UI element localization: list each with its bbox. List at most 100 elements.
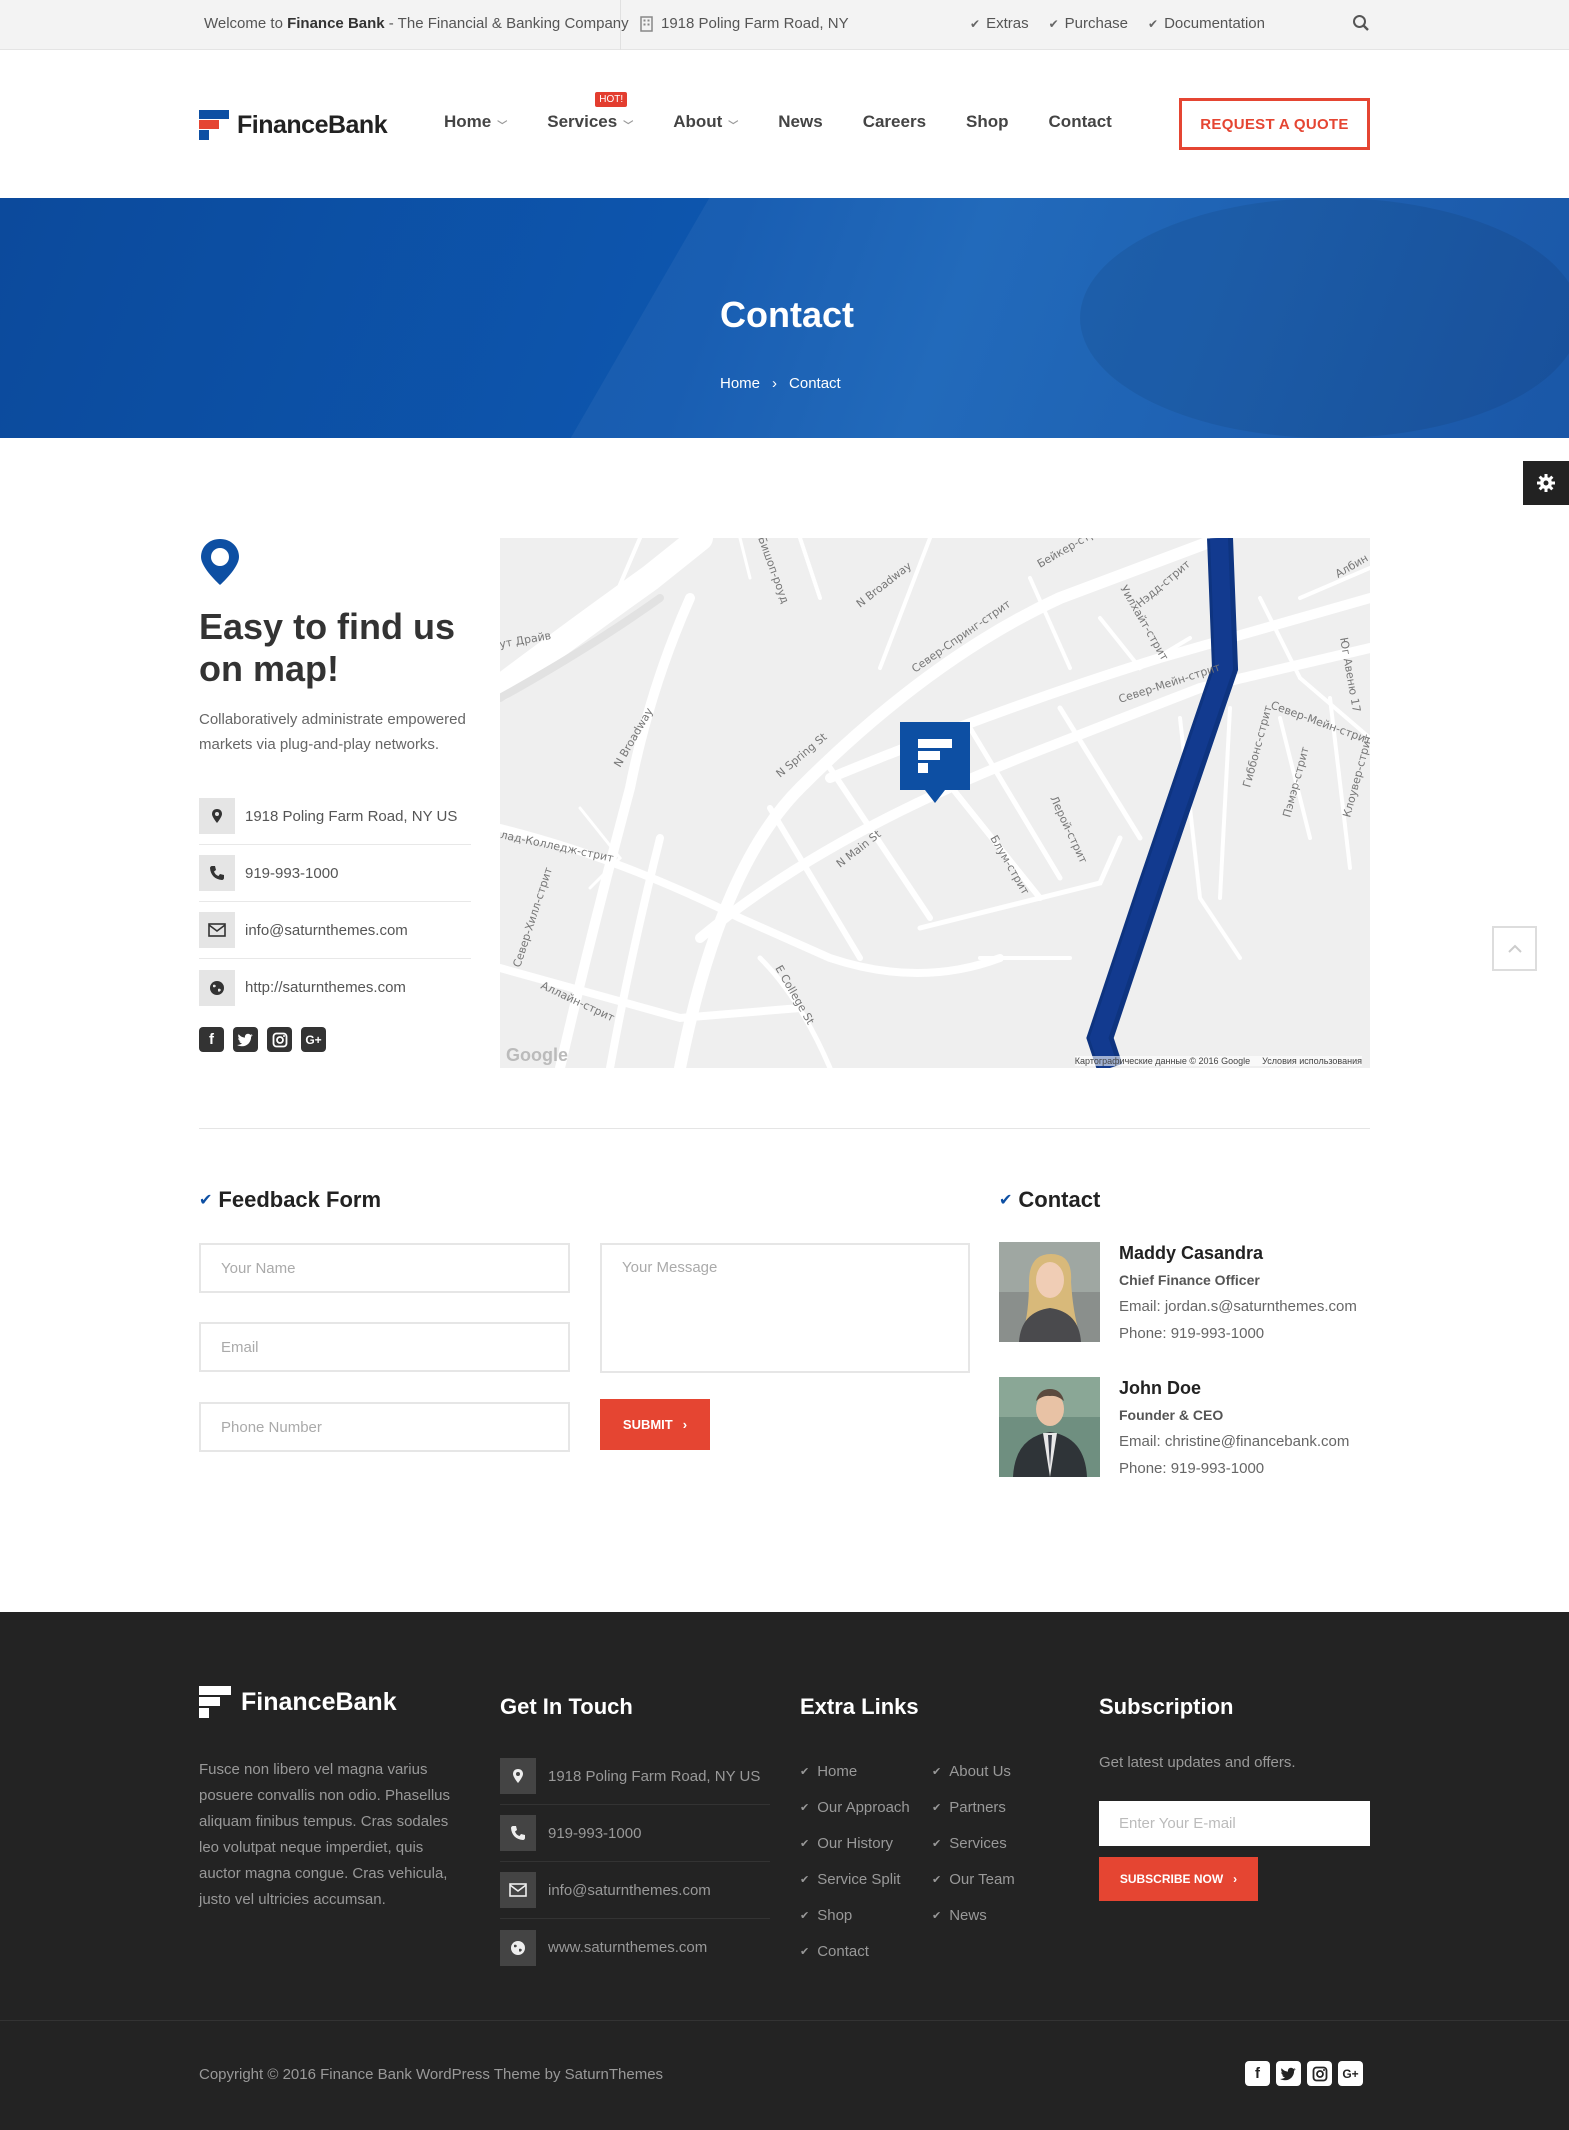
nav-about[interactable]: About ﹀ xyxy=(673,112,738,132)
settings-gear-icon[interactable] xyxy=(1523,461,1569,505)
footer-logo[interactable]: FinanceBank xyxy=(199,1686,397,1718)
contact-address: 1918 Poling Farm Road, NY US xyxy=(199,788,471,845)
top-address: 1918 Poling Farm Road, NY xyxy=(640,15,849,32)
contact-phone: 919-993-1000 xyxy=(199,845,471,902)
copyright: Copyright © 2016 Finance Bank WordPress … xyxy=(199,2066,664,2083)
check-icon: ✔ xyxy=(970,16,981,31)
envelope-icon xyxy=(500,1872,536,1908)
check-icon: ✔ xyxy=(932,1837,942,1850)
instagram-icon[interactable] xyxy=(267,1027,292,1052)
main-nav: Home ﹀ HOT! Services ﹀ About ﹀ News Careers … xyxy=(444,92,1152,132)
submit-button[interactable]: SUBMIT › xyxy=(600,1399,710,1450)
logo[interactable]: FinanceBank xyxy=(199,110,388,140)
breadcrumb: Home › Contact xyxy=(720,375,841,392)
nav-home[interactable]: Home ﹀ xyxy=(444,112,507,132)
check-icon: ✔ xyxy=(999,1192,1013,1209)
chevron-right-icon: › xyxy=(1233,1872,1238,1886)
globe-icon xyxy=(500,1929,536,1966)
footer-link-about-us[interactable]: ✔ About Us xyxy=(932,1753,1015,1789)
main-header: FinanceBank Home ﹀ HOT! Services ﹀ About ﹀ N… xyxy=(0,50,1569,198)
page-title: Contact xyxy=(720,294,854,335)
nav-contact[interactable]: Contact xyxy=(1049,112,1112,132)
welcome-text: Welcome to Finance Bank - The Financial … xyxy=(204,15,629,32)
map-marker-icon xyxy=(500,1758,536,1794)
facebook-icon[interactable]: f xyxy=(199,1027,224,1052)
chevron-down-icon: ﹀ xyxy=(497,120,508,132)
back-to-top-button[interactable] xyxy=(1492,926,1537,971)
top-link-purchase[interactable]: ✔ Purchase xyxy=(1049,15,1128,32)
google-plus-icon[interactable]: G+ xyxy=(1338,2061,1363,2086)
message-textarea[interactable]: Your Message xyxy=(600,1243,970,1373)
footer-link-partners[interactable]: ✔ Partners xyxy=(932,1789,1015,1825)
footer: FinanceBank Fusce non libero vel magna v… xyxy=(0,1612,1569,2020)
instagram-icon[interactable] xyxy=(1307,2061,1332,2086)
search-icon[interactable] xyxy=(1352,14,1370,37)
phone-input[interactable]: Phone Number xyxy=(199,1402,570,1452)
footer-phone: 919-993-1000 xyxy=(500,1805,770,1862)
footer-link-contact[interactable]: ✔ Contact xyxy=(800,1933,910,1969)
name-input[interactable]: Your Name xyxy=(199,1243,570,1293)
contact-title: ✔ Contact xyxy=(999,1187,1101,1212)
avatar xyxy=(999,1242,1100,1342)
check-icon: ✔ xyxy=(932,1765,942,1778)
footer-touch-title: Get In Touch xyxy=(500,1694,633,1719)
footer-link-our-approach[interactable]: ✔ Our Approach xyxy=(800,1789,910,1825)
nav-news[interactable]: News xyxy=(778,112,822,132)
hot-badge: HOT! xyxy=(595,92,628,107)
footer-link-our-team[interactable]: ✔ Our Team xyxy=(932,1861,1015,1897)
footer-link-our-history[interactable]: ✔ Our History xyxy=(800,1825,910,1861)
footer-website: www.saturnthemes.com xyxy=(500,1919,770,1976)
check-icon: ✔ xyxy=(1148,16,1159,31)
check-icon: ✔ xyxy=(932,1801,942,1814)
chevron-down-icon: ﹀ xyxy=(728,120,739,132)
map-marker-icon xyxy=(199,798,235,834)
chevron-right-icon: › xyxy=(682,1417,688,1432)
email-input[interactable]: Email xyxy=(199,1322,570,1372)
nav-careers[interactable]: Careers xyxy=(863,112,926,132)
person-role: Founder & CEO xyxy=(1119,1407,1224,1423)
person-role: Chief Finance Officer xyxy=(1119,1272,1260,1288)
chevron-down-icon: ﹀ xyxy=(623,120,634,132)
footer-address: 1918 Poling Farm Road, NY US xyxy=(500,1748,770,1805)
hero-decoration xyxy=(1080,198,1569,438)
footer-link-shop[interactable]: ✔ Shop xyxy=(800,1897,910,1933)
footer-link-home[interactable]: ✔ Home xyxy=(800,1753,910,1789)
page-hero: Contact Home › Contact xyxy=(0,198,1569,438)
nav-services[interactable]: HOT! Services ﹀ xyxy=(547,92,634,132)
person-email[interactable]: Email: jordan.s@saturnthemes.com xyxy=(1119,1298,1357,1315)
feedback-form-title: ✔ Feedback Form xyxy=(199,1187,382,1212)
google-logo: Google xyxy=(506,1045,568,1065)
twitter-icon[interactable] xyxy=(233,1027,258,1052)
top-bar: Welcome to Finance Bank - The Financial … xyxy=(0,0,1569,50)
logo-icon xyxy=(199,1686,231,1718)
subscribe-email-input[interactable]: Enter Your E-mail xyxy=(1099,1801,1370,1846)
building-icon xyxy=(640,15,653,32)
footer-link-service-split[interactable]: ✔ Service Split xyxy=(800,1861,910,1897)
top-links: ✔ Extras ✔ Purchase ✔ Documentation xyxy=(970,15,1265,32)
request-quote-button[interactable]: REQUEST A QUOTE xyxy=(1179,98,1370,150)
person-email[interactable]: Email: christine@financebank.com xyxy=(1119,1433,1349,1450)
section-divider xyxy=(199,1128,1370,1129)
facebook-icon[interactable]: f xyxy=(1245,2061,1270,2086)
check-icon: ✔ xyxy=(1048,16,1059,31)
breadcrumb-home[interactable]: Home xyxy=(720,375,760,392)
divider xyxy=(620,0,621,50)
map-attribution: Картографические данные © 2016 Google Ус… xyxy=(1074,1056,1362,1066)
globe-icon xyxy=(199,969,235,1006)
subscribe-button[interactable]: SUBSCRIBE NOW › xyxy=(1099,1857,1258,1901)
location-map[interactable]: N Broadway Бейкер-стрит Уилхайт-стрит Нэ… xyxy=(500,538,1370,1068)
check-icon: ✔ xyxy=(199,1192,213,1209)
nav-shop[interactable]: Shop xyxy=(966,112,1009,132)
top-link-extras[interactable]: ✔ Extras xyxy=(970,15,1029,32)
check-icon: ✔ xyxy=(800,1765,810,1778)
twitter-icon[interactable] xyxy=(1276,2061,1301,2086)
phone-icon xyxy=(199,855,235,891)
google-plus-icon[interactable]: G+ xyxy=(301,1027,326,1052)
check-icon: ✔ xyxy=(800,1837,810,1850)
footer-links-title: Extra Links xyxy=(800,1694,919,1719)
social-links: f G+ xyxy=(199,1027,326,1052)
footer-link-services[interactable]: ✔ Services xyxy=(932,1825,1015,1861)
footer-link-news[interactable]: ✔ News xyxy=(932,1897,1015,1933)
top-link-documentation[interactable]: ✔ Documentation xyxy=(1148,15,1265,32)
subscription-text: Get latest updates and offers. xyxy=(1099,1754,1296,1771)
